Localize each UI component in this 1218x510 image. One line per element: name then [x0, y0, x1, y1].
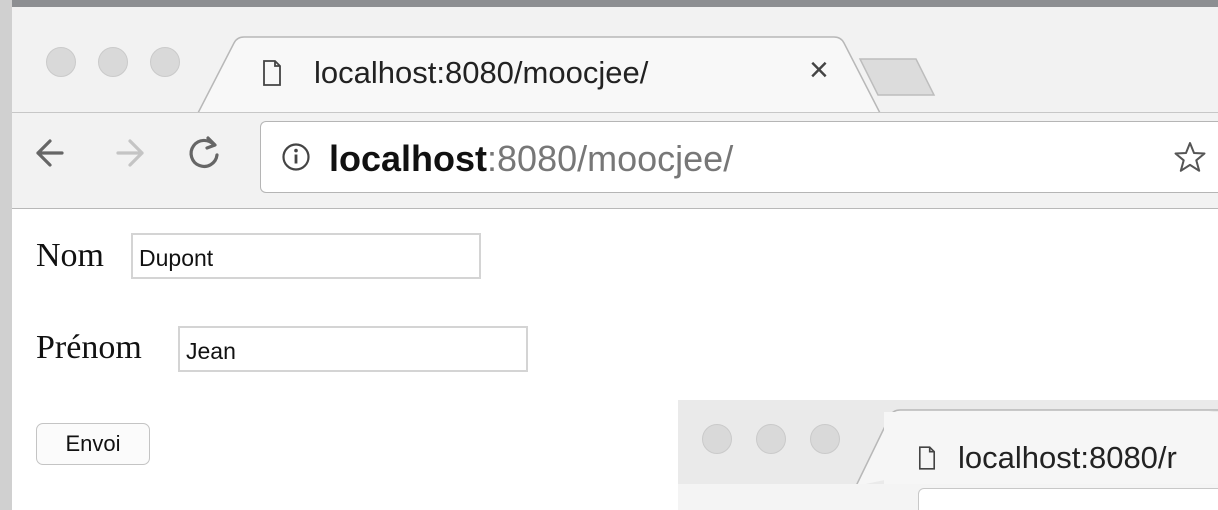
second-active-tab[interactable]: localhost:8080/r	[918, 440, 1177, 476]
new-tab-button	[858, 58, 936, 96]
document-icon	[918, 446, 936, 470]
window-left-border	[0, 0, 12, 510]
prenom-input[interactable]: Jean	[178, 326, 528, 372]
window-top-border	[0, 0, 1218, 7]
forward-arrow-icon[interactable]	[110, 133, 150, 173]
nom-input[interactable]: Dupont	[131, 233, 481, 279]
back-arrow-icon[interactable]	[30, 133, 70, 173]
document-icon	[263, 60, 281, 86]
browser-toolbar: localhost:8080/moocjee/	[12, 113, 1218, 209]
tab-close-icon[interactable]: ×	[809, 53, 829, 87]
tab-title: localhost:8080/moocjee/	[314, 55, 649, 90]
prenom-label: Prénom	[36, 329, 142, 366]
bookmark-star-icon[interactable]	[1173, 140, 1207, 174]
tab-strip: localhost:8080/moocjee/ ×	[12, 7, 1218, 120]
info-icon[interactable]	[281, 142, 311, 172]
address-bar[interactable]: localhost:8080/moocjee/	[260, 121, 1218, 193]
nom-label: Nom	[36, 237, 104, 274]
second-address-bar[interactable]	[918, 488, 1218, 510]
address-url[interactable]: localhost:8080/moocjee/	[329, 138, 733, 180]
active-tab[interactable]: localhost:8080/moocjee/	[262, 55, 648, 91]
address-host: localhost	[329, 138, 488, 179]
reload-icon[interactable]	[184, 133, 224, 173]
second-browser-window: localhost:8080/r	[678, 400, 1218, 510]
address-path: :8080/moocjee/	[487, 138, 734, 179]
envoi-button[interactable]: Envoi	[36, 423, 150, 465]
second-tab-title: localhost:8080/r	[958, 440, 1177, 475]
